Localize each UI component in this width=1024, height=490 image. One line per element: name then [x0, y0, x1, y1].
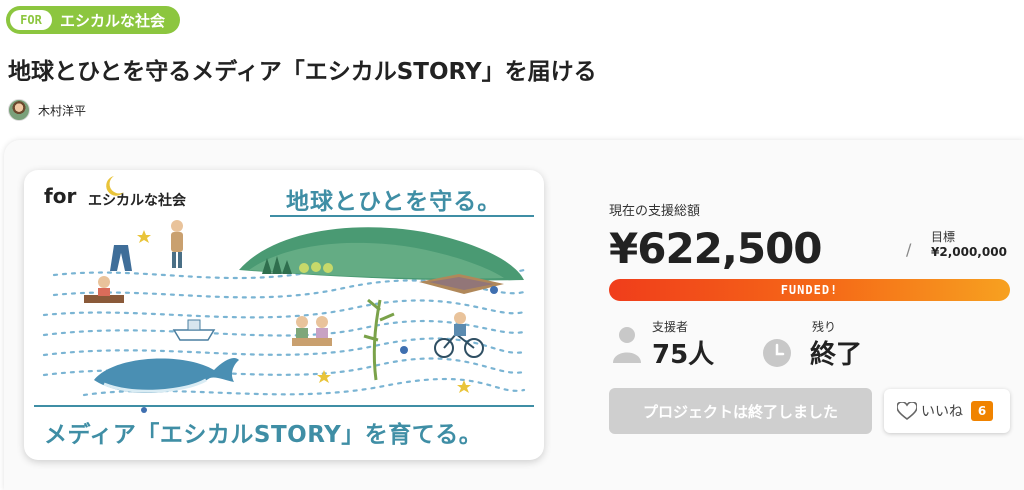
- remaining-value: 終了: [810, 340, 863, 370]
- owner-name[interactable]: 木村洋平: [38, 102, 86, 119]
- category-tag[interactable]: FOR エシカルな社会: [6, 6, 180, 34]
- like-button[interactable]: いいね 6: [884, 389, 1010, 433]
- hero-brand-for: for: [44, 184, 77, 208]
- goal-label: 目標: [931, 230, 956, 244]
- project-hero-image: for エシカルな社会 地球とひとを守る。 メディア「エシカルSTORY」を育て…: [24, 170, 544, 460]
- goal-separator: /: [906, 240, 912, 259]
- hero-brand-label: エシカルな社会: [88, 193, 186, 209]
- project-owner[interactable]: 木村洋平: [8, 99, 86, 121]
- like-count-badge: 6: [971, 401, 993, 421]
- project-ended-button[interactable]: プロジェクトは終了しました: [609, 388, 872, 434]
- funded-progress-bar: FUNDED!: [609, 279, 1010, 301]
- total-amount-label: 現在の支援総額: [609, 204, 701, 219]
- goal-value: ¥2,000,000: [931, 245, 1007, 259]
- avatar[interactable]: [8, 99, 30, 121]
- supporters-icon: [613, 327, 641, 363]
- project-title: 地球とひとを守るメディア「エシカルSTORY」を届ける: [8, 59, 597, 85]
- remaining-label: 残り: [812, 320, 837, 334]
- category-tag-prefix: FOR: [10, 10, 52, 30]
- heart-icon: [897, 402, 917, 420]
- supporters-value: 75人: [652, 340, 715, 370]
- hero-headline-bottom: メディア「エシカルSTORY」を育てる。: [44, 422, 483, 448]
- clock-icon: [763, 339, 791, 367]
- category-tag-label: エシカルな社会: [60, 11, 166, 30]
- hero-headline-top: 地球とひとを守る。: [286, 189, 502, 215]
- like-label: いいね: [921, 404, 963, 420]
- funded-label: FUNDED!: [780, 283, 839, 297]
- total-amount-value: ¥622,500: [609, 224, 823, 273]
- supporters-label: 支援者: [652, 320, 689, 334]
